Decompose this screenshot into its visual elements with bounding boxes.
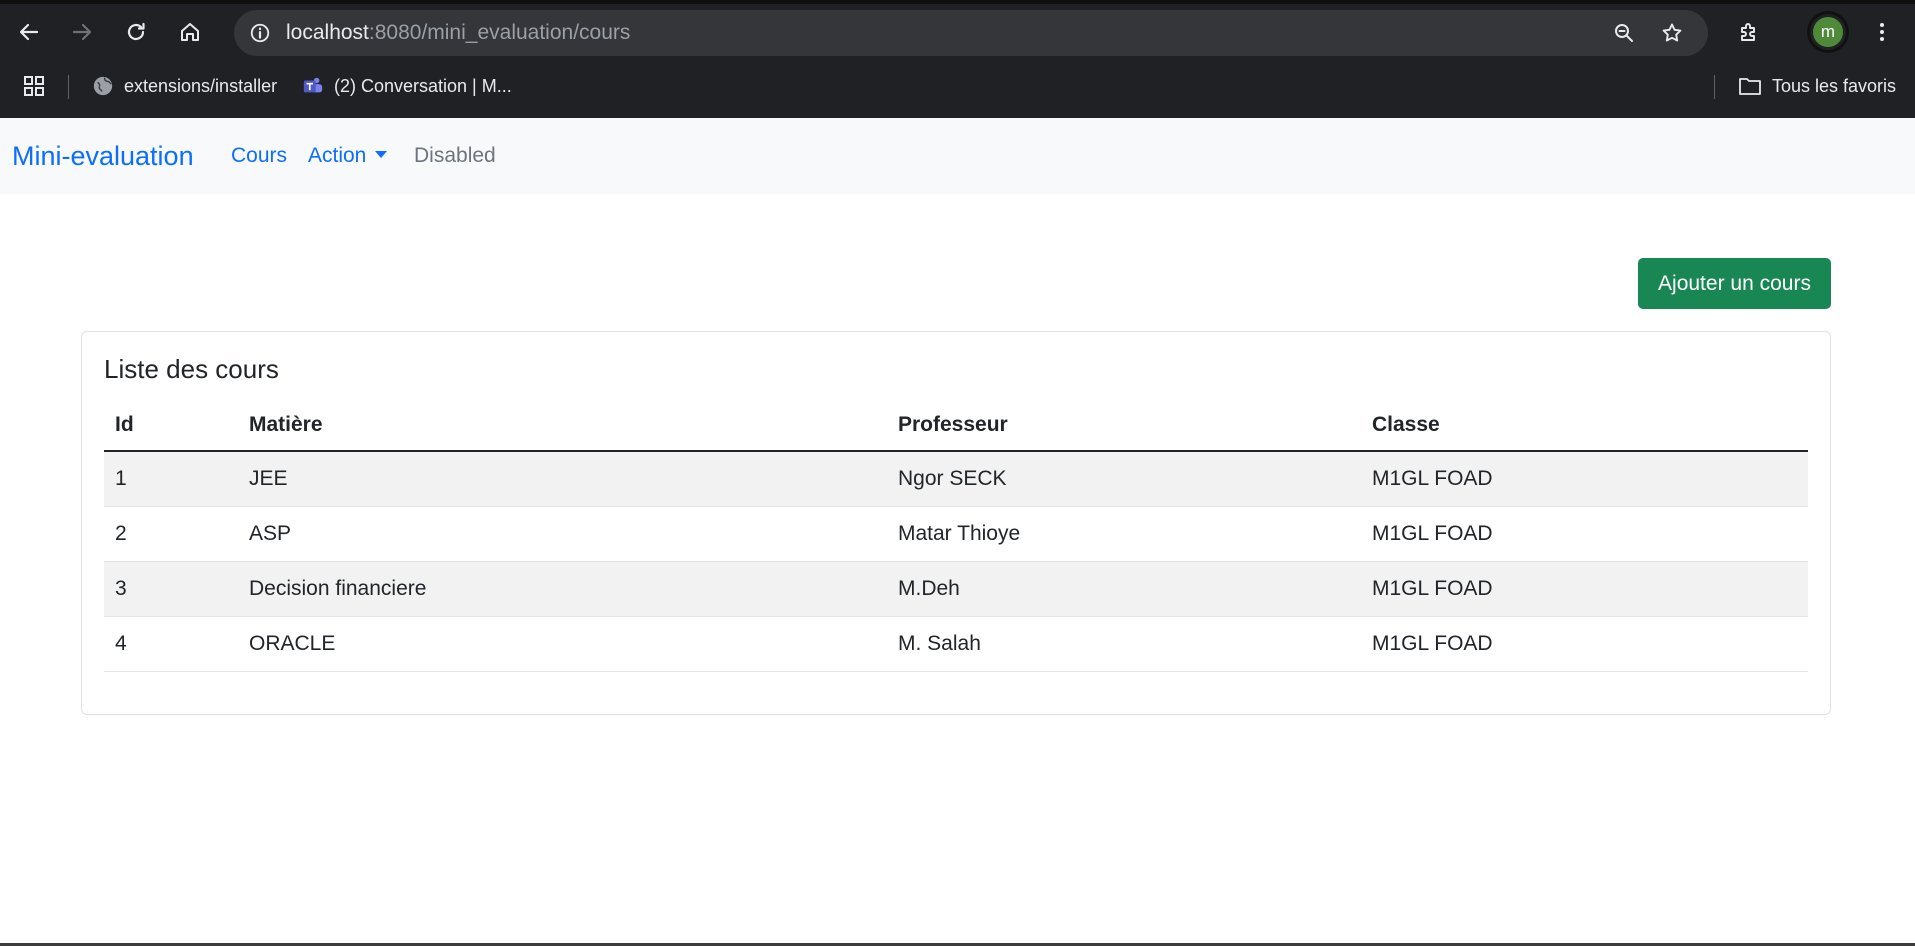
cell-matiere: ASP	[238, 506, 887, 562]
browser-menu-button[interactable]	[1862, 12, 1902, 52]
info-icon	[250, 23, 270, 43]
cell-matiere: JEE	[238, 451, 887, 507]
zoom-icon	[1615, 24, 1633, 42]
column-header-professeur: Professeur	[887, 399, 1361, 452]
apps-grid-icon	[24, 76, 44, 96]
add-course-button[interactable]: Ajouter un cours	[1638, 258, 1831, 309]
profile-avatar[interactable]: m	[1810, 14, 1846, 50]
card-title: Liste des cours	[104, 354, 279, 384]
more-vertical-icon	[1880, 23, 1884, 41]
navbar-brand[interactable]: Mini-evaluation	[12, 118, 194, 194]
caret-down-icon	[375, 150, 388, 158]
cell-classe: M1GL FOAD	[1361, 561, 1808, 617]
browser-chrome: localhost:8080/mini_evaluation/cours m e…	[0, 0, 1915, 118]
back-button[interactable]	[9, 12, 49, 52]
table-row: 3 Decision financiere M.Deh M1GL FOAD	[104, 561, 1808, 617]
cell-matiere: Decision financiere	[238, 561, 887, 617]
url-text: localhost:8080/mini_evaluation/cours	[286, 10, 630, 56]
reload-icon	[127, 22, 145, 41]
app-navbar: Mini-evaluation Cours Action Disabled	[0, 118, 1915, 194]
column-header-classe: Classe	[1361, 399, 1808, 452]
home-icon	[181, 23, 199, 41]
table-row: 2 ASP Matar Thioye M1GL FOAD	[104, 506, 1808, 562]
table-header-row: Id Matière Professeur Classe	[104, 399, 1808, 452]
site-info-button[interactable]	[244, 17, 276, 49]
cell-professeur: Matar Thioye	[887, 506, 1361, 562]
folder-icon	[1739, 78, 1761, 95]
address-bar[interactable]: localhost:8080/mini_evaluation/cours	[234, 10, 1708, 56]
cell-professeur: M.Deh	[887, 561, 1361, 617]
home-button[interactable]	[170, 12, 210, 52]
zoom-button[interactable]	[1608, 17, 1640, 49]
teams-icon	[303, 77, 323, 93]
bookmarks-divider	[68, 75, 69, 99]
forward-button[interactable]	[62, 12, 102, 52]
cell-professeur: M. Salah	[887, 616, 1361, 672]
cell-classe: M1GL FOAD	[1361, 616, 1808, 672]
url-host: localhost	[286, 21, 369, 44]
bookmark-star-button[interactable]	[1656, 17, 1688, 49]
arrow-right-icon	[72, 23, 92, 41]
all-bookmarks-button[interactable]: Tous les favoris	[1738, 71, 1896, 101]
puzzle-icon	[1741, 23, 1755, 41]
bookmark-label: extensions/installer	[124, 75, 278, 96]
globe-icon	[93, 76, 113, 96]
cell-id: 2	[104, 506, 238, 562]
cell-id: 4	[104, 616, 238, 672]
arrow-left-icon	[19, 23, 39, 41]
browser-toolbar: localhost:8080/mini_evaluation/cours m	[0, 4, 1915, 58]
column-header-id: Id	[104, 399, 238, 452]
bookmark-label: (2) Conversation | M...	[334, 75, 512, 96]
cell-professeur: Ngor SECK	[887, 451, 1361, 507]
bookmarks-bar: extensions/installer (2) Conversation | …	[0, 63, 1915, 109]
cell-matiere: ORACLE	[238, 616, 887, 672]
star-icon	[1662, 23, 1682, 42]
cell-id: 3	[104, 561, 238, 617]
courses-table: Id Matière Professeur Classe 1 JEE Ngor …	[104, 399, 1808, 672]
table-row: 1 JEE Ngor SECK M1GL FOAD	[104, 451, 1808, 507]
bookmark-teams-conversation[interactable]: (2) Conversation | M...	[302, 71, 512, 101]
bookmarks-divider	[1714, 75, 1715, 99]
all-bookmarks-label: Tous les favoris	[1772, 75, 1897, 96]
reload-button[interactable]	[116, 12, 156, 52]
cell-classe: M1GL FOAD	[1361, 506, 1808, 562]
bookmark-extensions-installer[interactable]: extensions/installer	[92, 71, 277, 101]
courses-card: Liste des cours Id Matière Professeur Cl…	[81, 331, 1831, 715]
nav-link-disabled: Disabled	[414, 144, 496, 167]
nav-dropdown-label: Action	[308, 144, 367, 167]
column-header-matiere: Matière	[238, 399, 887, 452]
extensions-button[interactable]	[1729, 12, 1769, 52]
url-path: :8080/mini_evaluation/cours	[368, 21, 631, 44]
apps-button[interactable]	[22, 71, 56, 101]
table-row: 4 ORACLE M. Salah M1GL FOAD	[104, 616, 1808, 672]
cell-id: 1	[104, 451, 238, 507]
nav-link-cours[interactable]: Cours	[231, 118, 287, 194]
nav-dropdown-action[interactable]: Action	[308, 118, 388, 194]
cell-classe: M1GL FOAD	[1361, 451, 1808, 507]
